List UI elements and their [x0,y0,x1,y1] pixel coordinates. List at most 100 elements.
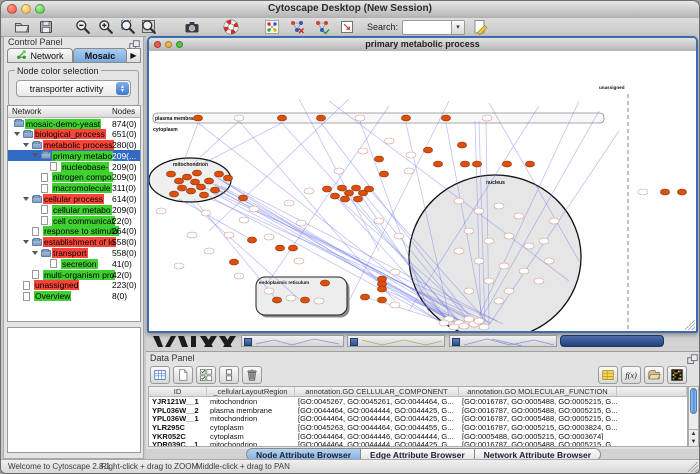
expand-arrow-icon[interactable] [32,153,38,157]
tab-network[interactable]: Network [7,48,73,63]
page-icon [41,205,48,214]
scrollbar-thumb[interactable] [690,388,697,414]
table-cell: YDR039C__1 [149,440,207,447]
open-attribute-file-icon[interactable] [644,366,664,384]
expand-arrow-icon[interactable] [14,132,20,136]
table-cell: cytoplasm [207,423,295,432]
status-pan-hint: Middle-click + drag to PAN [196,462,290,471]
search-dropdown-arrow-icon[interactable]: ▾ [451,21,464,34]
table-row[interactable]: YKR052Ccytoplasm[GO:0044464, GO:0044446,… [149,432,687,441]
search-input[interactable] [403,22,451,33]
float-panel-icon[interactable] [687,352,698,370]
tab-mosaic[interactable]: Mosaic [73,48,127,63]
tree-row-secretion[interactable]: secretion41(0) [8,258,140,269]
formula-builder-icon[interactable]: f(x) [621,366,641,384]
tree-row-response-to-stimulu[interactable]: response to stimulu264(0) [8,226,140,237]
table-row[interactable]: YDR039C__1mitochondrion[GO:0044464, GO:0… [149,440,687,447]
column-header[interactable]: _cellularLayoutRegion [207,387,295,396]
tree-row-cell-communicat[interactable]: cell communicat22(0) [8,215,140,226]
page-icon [41,184,48,193]
network-view-window[interactable]: primary metabolic process plasma membran… [147,36,698,333]
column-header[interactable]: annotation.GO MOLECULAR_FUNCTION [459,387,617,396]
network-graph[interactable]: plasma membranecytoplasmmitochondrionnuc… [149,51,696,331]
create-attribute-icon[interactable] [173,366,193,384]
window-resize-grip[interactable] [688,462,698,472]
folder-icon [32,196,42,203]
node-color-dropdown[interactable]: transporter activity ▲▼ [16,80,131,97]
table-scrollbar[interactable]: ▲▼ [688,386,699,447]
table-row[interactable]: YPL036W__1mitochondrion[GO:0044464, GO:0… [149,414,687,423]
unhide-nodes-icon[interactable] [313,19,330,36]
tree-row-node-count: 8(0) [112,291,127,301]
network-canvas[interactable]: plasma membranecytoplasmmitochondrionnuc… [149,51,696,331]
zoom-in-icon[interactable] [97,19,114,36]
attribute-table-header: ID_cellularLayoutRegionannotation.GO CEL… [149,387,687,397]
unassigned-label: unassigned [599,85,625,90]
expand-arrow-icon[interactable] [32,251,38,255]
hide-selected-icon[interactable] [288,19,305,36]
tree-row-label: Overview [34,291,71,301]
expand-arrow-icon[interactable] [23,240,29,244]
zoom-selected-region-icon[interactable] [119,19,136,36]
tree-row-label: metabolic process [43,140,114,150]
tab-overflow-arrow-icon[interactable]: ▶ [127,48,141,63]
column-header[interactable]: ID [149,387,207,396]
tree-row-nucleobase-[interactable]: nucleobase-209(0) [8,161,140,172]
column-header[interactable]: annotation.GO CELLULAR_COMPONENT [295,387,459,396]
heatmap-view-icon[interactable] [667,366,687,384]
window-titlebar[interactable]: Cytoscape Desktop (New Session) [1,1,699,19]
background-window-edge[interactable] [560,335,664,347]
expand-arrow-icon[interactable] [23,143,29,147]
folder-icon [23,131,33,138]
import-attributes-icon[interactable] [598,366,618,384]
node-color-selection-label: Node color selection [15,66,101,76]
tree-row-establishment-of-lo[interactable]: establishment of lo558(0) [8,237,140,248]
page-icon [41,173,48,182]
zoom-fit-icon[interactable] [140,19,157,36]
save-session-icon[interactable] [37,19,54,36]
edit-search-options-icon[interactable] [471,19,488,36]
help-lifesaver-icon[interactable] [222,19,239,36]
tree-column-network: Network [12,107,41,116]
zoom-out-icon[interactable] [74,19,91,36]
delete-attribute-icon[interactable] [242,366,262,384]
tree-row-node-count: 651(0) [112,129,137,139]
dropdown-stepper-icon: ▲▼ [116,82,129,95]
table-cell: [GO:0016787, GO:0005488, GO:0005215, G..… [459,440,617,447]
table-row[interactable]: YJR121W__1mitochondrion[GO:0045267, GO:0… [149,397,687,406]
plasma-membrane-label: plasma membrane [155,116,199,122]
tree-row-macromolecule[interactable]: macromolecule311(0) [8,183,140,194]
page-icon [23,281,30,290]
annotation-icon[interactable] [338,19,355,36]
attribute-pair-icon[interactable] [219,366,239,384]
tree-row-biological-process[interactable]: biological_process651(0) [8,129,140,140]
tree-row-label: primary metabo [52,151,113,161]
minimized-view-fragment[interactable] [347,335,445,347]
scrollbar-arrows[interactable]: ▲▼ [689,429,698,446]
snapshot-camera-icon[interactable] [183,19,200,36]
vizmapper-icon[interactable] [263,19,280,36]
table-row[interactable]: YPL036W__2plasma membrane[GO:0044464, GO… [149,406,687,415]
page-icon [50,259,57,268]
minimized-view-fragment[interactable] [241,335,344,347]
minimized-view-fragment[interactable] [449,335,557,347]
table-row[interactable]: YLR295Ccytoplasm[GO:0045263, GO:0044464,… [149,423,687,432]
tree-row-mosaic-demo-yeast[interactable]: mosaic-demo-yeast874(0) [8,118,140,129]
batch-attributes-icon[interactable] [196,366,216,384]
expand-arrow-icon[interactable] [23,197,29,201]
tree-row-cellular-process[interactable]: cellular process614(0) [8,194,140,205]
select-attributes-icon[interactable] [150,366,170,384]
tree-row-overview[interactable]: Overview 8(0) [8,291,140,302]
open-session-icon[interactable] [13,19,30,36]
view-window-titlebar[interactable]: primary metabolic process [149,38,696,52]
tree-row-nitrogen-compo[interactable]: nitrogen compo209(0) [8,172,140,183]
table-cell: cytoplasm [207,432,295,441]
tree-row-unassigned[interactable]: unassigned223(0) [8,280,140,291]
tree-row-metabolic-process[interactable]: metabolic process280(0) [8,140,140,151]
tree-row-primary-metabo[interactable]: primary metabo209(... [8,150,140,161]
view-resize-grip[interactable] [685,320,695,330]
tree-row-multi-organism-pro[interactable]: multi-organism pro42(0) [8,269,140,280]
tree-row-cellular-metabo[interactable]: cellular metabo209(0) [8,204,140,215]
tree-row-transport[interactable]: transport558(0) [8,248,140,259]
svg-text:f(x): f(x) [625,371,637,380]
